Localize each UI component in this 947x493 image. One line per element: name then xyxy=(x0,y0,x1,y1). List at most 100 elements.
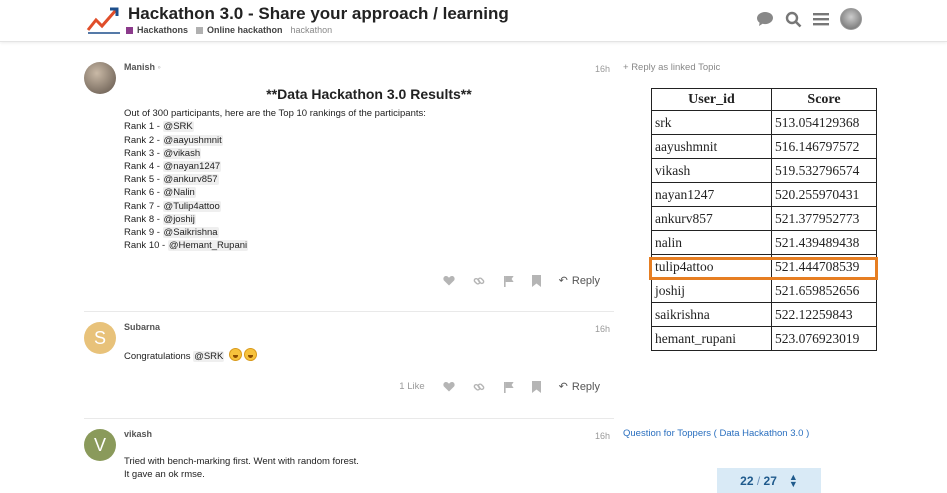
avatar[interactable] xyxy=(84,62,116,94)
user-id-cell: vikash xyxy=(651,158,772,183)
menu-icon[interactable] xyxy=(812,10,830,28)
column-header: User_id xyxy=(651,88,772,111)
rank-item: Rank 9 - @Saikrishna xyxy=(124,227,219,239)
flag-icon[interactable] xyxy=(503,381,514,393)
shield-icon: ◦ xyxy=(157,62,161,72)
bookmark-icon[interactable] xyxy=(531,274,541,287)
link-icon[interactable] xyxy=(473,275,485,287)
table-row: nalin 521.439489438 xyxy=(651,230,877,255)
category-color-square xyxy=(196,26,204,34)
table-header-row: User_id Score xyxy=(651,88,877,111)
avatar-letter: S xyxy=(93,327,106,348)
user-id-cell: nalin xyxy=(651,230,772,255)
user-mention[interactable]: @joshij xyxy=(162,213,196,225)
user-mention[interactable]: @Hemant_Rupani xyxy=(167,240,249,252)
score-cell: 519.532796574 xyxy=(771,158,877,183)
post-subarna: S Subarna 16h Congratulations @SRK 1 Lik… xyxy=(84,322,614,402)
reply-icon: ↶ xyxy=(558,381,568,393)
category-label: Hackathons xyxy=(137,25,189,35)
post-username[interactable]: Manish ◦ xyxy=(124,62,161,72)
like-icon[interactable] xyxy=(443,275,455,286)
user-mention[interactable]: @Saikrishna xyxy=(162,227,219,239)
related-topic-link[interactable]: Question for Toppers ( Data Hackathon 3.… xyxy=(623,428,809,439)
post-time[interactable]: 16h xyxy=(595,64,610,74)
post-username[interactable]: vikash xyxy=(124,429,152,439)
user-id-cell: nayan1247 xyxy=(651,182,772,207)
post-intro: Out of 300 participants, here are the To… xyxy=(124,108,426,120)
user-mention[interactable]: @Tulip4attoo xyxy=(162,200,221,212)
post-body: Congratulations @SRK xyxy=(124,348,258,363)
post-time[interactable]: 16h xyxy=(595,324,610,334)
user-mention[interactable]: @SRK xyxy=(162,121,194,133)
rank-item: Rank 10 - @Hemant_Rupani xyxy=(124,240,249,252)
reply-button[interactable]: ↶ Reply xyxy=(558,274,600,288)
user-id-cell: srk xyxy=(651,110,772,135)
bookmark-icon[interactable] xyxy=(531,380,541,393)
site-logo-icon[interactable] xyxy=(86,4,122,36)
reply-as-linked-topic[interactable]: + Reply as linked Topic xyxy=(623,62,720,73)
user-avatar[interactable] xyxy=(840,8,862,30)
rank-item: Rank 8 - @joshij xyxy=(124,213,196,225)
chat-icon[interactable] xyxy=(756,10,774,28)
reply-label: Reply xyxy=(571,274,600,287)
grin-emoji-icon xyxy=(244,348,258,361)
category-label: Online hackathon xyxy=(207,25,283,35)
topic-categories: Hackathons Online hackathon hackathon xyxy=(126,25,332,35)
flag-icon[interactable] xyxy=(503,275,514,287)
rank-item: Rank 5 - @ankurv857 xyxy=(124,174,219,186)
post-manish: Manish ◦ 16h **Data Hackathon 3.0 Result… xyxy=(84,62,614,302)
table-row: srk 513.054129368 xyxy=(651,110,877,135)
user-id-cell: joshij xyxy=(651,278,772,303)
user-mention[interactable]: @aayushmnit xyxy=(162,134,223,146)
score-cell: 516.146797572 xyxy=(771,134,877,159)
score-cell: 513.054129368 xyxy=(771,110,877,135)
avatar[interactable]: S xyxy=(84,322,116,354)
reply-icon: ↶ xyxy=(558,275,568,287)
score-cell: 521.439489438 xyxy=(771,230,877,255)
user-mention[interactable]: @Nalin xyxy=(162,187,196,199)
user-mention[interactable]: @SRK xyxy=(193,351,225,362)
topic-tag[interactable]: hackathon xyxy=(291,25,333,35)
grin-emoji-icon xyxy=(229,348,243,361)
post-body: **Data Hackathon 3.0 Results** Out of 30… xyxy=(124,87,614,252)
user-id-cell: ankurv857 xyxy=(651,206,772,231)
rank-item: Rank 7 - @Tulip4attoo xyxy=(124,200,221,212)
table-row: ankurv857 521.377952773 xyxy=(651,206,877,231)
avatar[interactable]: V xyxy=(84,429,116,461)
post-pager[interactable]: 22 / 27 ▲ ▼ xyxy=(717,468,821,493)
like-count[interactable]: 1 Like xyxy=(399,381,424,392)
category-online-hackathon[interactable]: Online hackathon xyxy=(196,25,283,35)
rank-item: Rank 2 - @aayushmnit xyxy=(124,134,223,146)
column-header: Score xyxy=(771,88,877,111)
score-table: User_id Score srk 513.054129368 aayushmni… xyxy=(651,88,877,351)
topic-title[interactable]: Hackathon 3.0 - Share your approach / le… xyxy=(128,4,509,24)
table-row: vikash 519.532796574 xyxy=(651,158,877,183)
post-text: Congratulations xyxy=(124,351,191,362)
score-cell: 523.076923019 xyxy=(771,326,877,351)
score-cell: 521.377952773 xyxy=(771,206,877,231)
post-username[interactable]: Subarna xyxy=(124,322,160,332)
category-hackathons[interactable]: Hackathons xyxy=(126,25,188,35)
user-id-cell: hemant_rupani xyxy=(651,326,772,351)
post-time[interactable]: 16h xyxy=(595,431,610,441)
header-icons xyxy=(756,8,862,30)
user-mention[interactable]: @nayan1247 xyxy=(162,161,222,173)
table-row: joshij 521.659852656 xyxy=(651,278,877,303)
table-row: nayan1247 520.255970431 xyxy=(651,182,877,207)
post-text: Tried with bench-marking first. Went wit… xyxy=(124,456,359,467)
highlight-box xyxy=(649,257,878,280)
post-actions: 1 Like ↶ Reply xyxy=(399,380,600,393)
post-vikash: V vikash 16h Tried with bench-marking fi… xyxy=(84,429,614,493)
link-icon[interactable] xyxy=(473,381,485,393)
rank-item: Rank 1 - @SRK xyxy=(124,121,194,133)
score-cell: 522.12259843 xyxy=(771,302,877,327)
search-icon[interactable] xyxy=(784,10,802,28)
reply-button[interactable]: ↶ Reply xyxy=(558,380,600,394)
rank-item: Rank 6 - @Nalin xyxy=(124,187,196,199)
like-icon[interactable] xyxy=(443,381,455,392)
pager-arrows-icon[interactable]: ▲ ▼ xyxy=(789,472,798,488)
post-divider xyxy=(84,311,614,312)
user-mention[interactable]: @vikash xyxy=(162,147,202,159)
topic-header: Hackathon 3.0 - Share your approach / le… xyxy=(0,0,947,42)
user-mention[interactable]: @ankurv857 xyxy=(162,174,219,186)
